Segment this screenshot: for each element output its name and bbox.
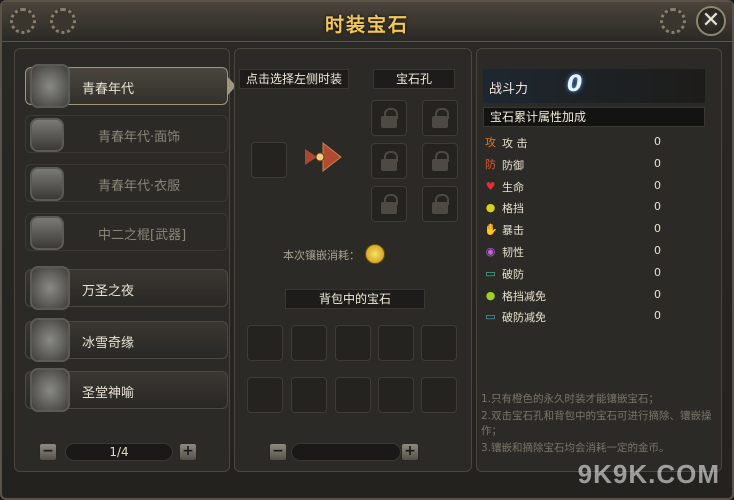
- costume-item[interactable]: 青春年代·面饰: [25, 115, 228, 153]
- attribute-icon: ♥: [485, 179, 496, 193]
- attribute-value: 0: [654, 265, 661, 279]
- attribute-name: 格挡减免: [502, 289, 546, 303]
- window-title: 时装宝石: [324, 14, 409, 36]
- next-page-button[interactable]: +: [401, 443, 419, 461]
- combat-power-bar: 战斗力 0: [483, 69, 705, 103]
- costume-label: 中二之棍[武器]: [98, 228, 187, 243]
- close-icon: ✕: [701, 8, 721, 33]
- gem-slots-header: 宝石孔: [373, 69, 455, 89]
- costume-item[interactable]: 中二之棍[武器]: [25, 213, 228, 251]
- attribute-icon: ▭: [485, 266, 496, 280]
- attribute-value: 0: [654, 200, 661, 214]
- costume-item[interactable]: 万圣之夜: [25, 266, 228, 310]
- costume-icon: [30, 266, 70, 310]
- gem-inlay-panel: 点击选择左侧时装 宝石孔 本次镶嵌消耗： 背包中的宝石 − +: [234, 48, 472, 472]
- attribute-name: 防御: [502, 158, 524, 172]
- page-indicator: 1/4: [65, 443, 173, 461]
- backpack-gem-slot[interactable]: [291, 377, 327, 413]
- attribute-icon: ▭: [485, 310, 496, 324]
- attribute-name: 破防: [502, 267, 524, 281]
- close-button[interactable]: ✕: [696, 6, 726, 36]
- note-line: 1.只有橙色的永久时装才能镶嵌宝石；: [481, 393, 660, 405]
- attribute-name: 破防减免: [502, 311, 546, 325]
- select-costume-hint: 点击选择左侧时装: [239, 69, 349, 89]
- costume-item[interactable]: 冰雪奇缘: [25, 318, 228, 362]
- gem-slot-locked[interactable]: [371, 186, 407, 222]
- costume-gem-window: 时装宝石 ✕ 青春年代 青春年代·面饰 青春年代·衣服 中二之棍[武器] 万圣之…: [0, 0, 734, 500]
- attribute-value: 0: [654, 222, 661, 236]
- gem-slot-locked[interactable]: [371, 143, 407, 179]
- attribute-icon: 防: [485, 157, 496, 171]
- inlay-cost-label: 本次镶嵌消耗：: [283, 249, 360, 262]
- costume-icon: [30, 118, 64, 152]
- gem-slot-locked[interactable]: [422, 186, 458, 222]
- backpack-gem-slot[interactable]: [421, 325, 457, 361]
- attribute-icon: 攻: [485, 136, 496, 149]
- next-page-button[interactable]: +: [179, 443, 197, 461]
- attribute-value: 0: [654, 244, 661, 257]
- combat-power-value: 0: [567, 72, 583, 97]
- backpack-gem-slot[interactable]: [378, 325, 414, 361]
- attribute-icon: ◉: [485, 245, 496, 258]
- attribute-name: 暴击: [502, 224, 524, 238]
- attribute-name: 攻 击: [502, 137, 528, 150]
- costume-list-panel: 青春年代 青春年代·面饰 青春年代·衣服 中二之棍[武器] 万圣之夜 冰雪奇缘 …: [14, 48, 236, 472]
- attribute-name: 生命: [502, 180, 524, 194]
- costume-pager: − 1/4 +: [39, 441, 209, 463]
- costume-item[interactable]: 青春年代: [25, 64, 236, 108]
- costume-icon: [30, 167, 64, 201]
- watermark: 9K9K.COM: [577, 459, 720, 489]
- costume-label: 冰雪奇缘: [82, 336, 135, 351]
- attribute-name: 格挡: [502, 202, 524, 216]
- title-bar: 时装宝石 ✕: [2, 2, 732, 42]
- gear-ornament-icon: [660, 8, 686, 34]
- backpack-pager: − +: [269, 441, 419, 463]
- gem-slot-locked[interactable]: [371, 100, 407, 136]
- combat-power-label: 战斗力: [489, 82, 529, 97]
- costume-item[interactable]: 圣堂神喻: [25, 368, 228, 412]
- attribute-icon: ●: [485, 288, 496, 302]
- backpack-gem-slot[interactable]: [335, 325, 371, 361]
- attribute-icon: ●: [485, 201, 496, 215]
- costume-icon: [30, 64, 70, 108]
- selected-costume-slot[interactable]: [251, 142, 287, 178]
- page-scroll-bar: [291, 443, 401, 461]
- cumulative-bonus-header: 宝石累计属性加成: [483, 107, 705, 127]
- prev-page-button[interactable]: −: [269, 443, 287, 461]
- costume-label: 青春年代: [82, 82, 135, 97]
- gold-coin-icon: [365, 244, 385, 264]
- rules-notes: 1.只有橙色的永久时装才能镶嵌宝石； 2.双击宝石孔和背包中的宝石可进行摘除、镶…: [481, 392, 717, 458]
- attribute-name: 韧性: [502, 246, 524, 259]
- attribute-value: 0: [654, 309, 661, 323]
- costume-item[interactable]: 青春年代·衣服: [25, 164, 228, 202]
- note-line: 2.双击宝石孔和背包中的宝石可进行摘除、镶嵌操作；: [481, 410, 712, 437]
- costume-icon: [30, 318, 70, 362]
- attribute-value: 0: [654, 178, 661, 192]
- costume-icon: [30, 216, 64, 250]
- gem-slot-locked[interactable]: [422, 143, 458, 179]
- backpack-gem-slot[interactable]: [291, 325, 327, 361]
- attribute-value: 0: [654, 135, 661, 148]
- backpack-gem-slot[interactable]: [335, 377, 371, 413]
- backpack-gem-slot[interactable]: [247, 325, 283, 361]
- backpack-gem-slot[interactable]: [421, 377, 457, 413]
- attribute-value: 0: [654, 156, 661, 170]
- backpack-gem-slot[interactable]: [378, 377, 414, 413]
- costume-label: 青春年代·面饰: [98, 130, 181, 145]
- costume-label: 圣堂神喻: [82, 386, 135, 401]
- costume-icon: [30, 368, 70, 412]
- gem-slot-locked[interactable]: [422, 100, 458, 136]
- costume-label: 万圣之夜: [82, 284, 135, 299]
- backpack-gems-header: 背包中的宝石: [285, 289, 425, 309]
- backpack-gem-slot[interactable]: [247, 377, 283, 413]
- costume-label: 青春年代·衣服: [98, 179, 181, 194]
- attribute-icon: ✋: [484, 223, 498, 237]
- attribute-value: 0: [654, 287, 661, 301]
- arrow-icon: [305, 141, 342, 173]
- note-line: 3.镶嵌和摘除宝石均会消耗一定的金币。: [481, 442, 670, 454]
- prev-page-button[interactable]: −: [39, 443, 57, 461]
